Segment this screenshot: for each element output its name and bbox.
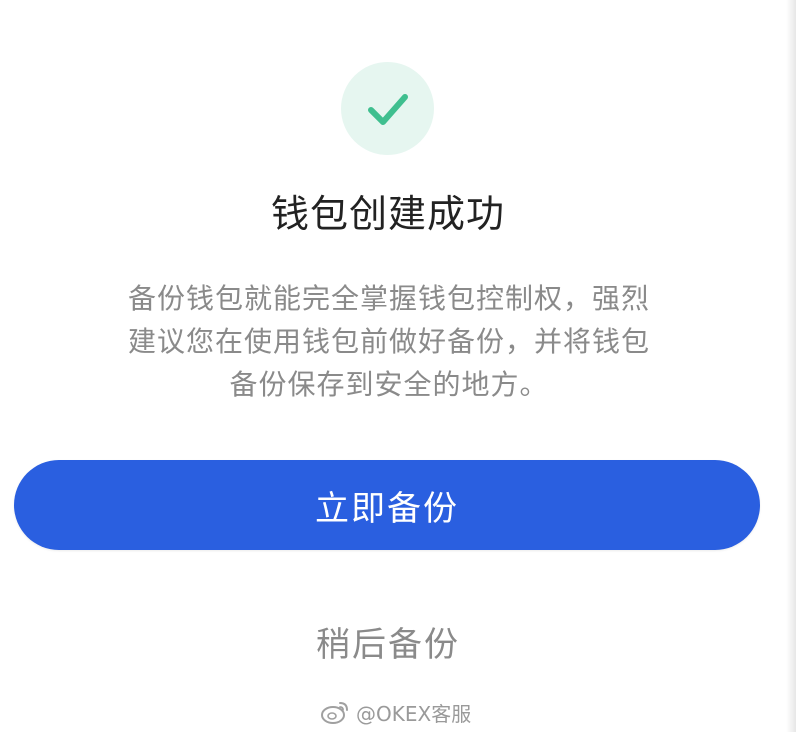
description-line-1: 备份钱包就能完全掌握钱包控制权，强烈 [127,282,650,315]
page-title: 钱包创建成功 [270,192,505,236]
right-edge-shadow [786,0,796,732]
watermark: @OKEX客服 [320,697,471,727]
wallet-created-screen: 钱包创建成功 备份钱包就能完全掌握钱包控制权，强烈 建议您在使用钱包前做好备份，… [0,0,796,732]
watermark-text: @OKEX客服 [356,701,472,726]
checkmark-icon [363,84,413,134]
backup-description: 备份钱包就能完全掌握钱包控制权，强烈 建议您在使用钱包前做好备份，并将钱包 备份… [100,277,678,406]
description-line-2: 建议您在使用钱包前做好备份，并将钱包 [127,325,650,358]
backup-now-button[interactable]: 立即备份 [14,460,760,550]
success-badge [341,62,434,155]
description-line-3: 备份保存到安全的地方。 [229,368,549,401]
weibo-icon [320,699,350,725]
backup-later-button[interactable]: 稍后备份 [0,616,776,672]
